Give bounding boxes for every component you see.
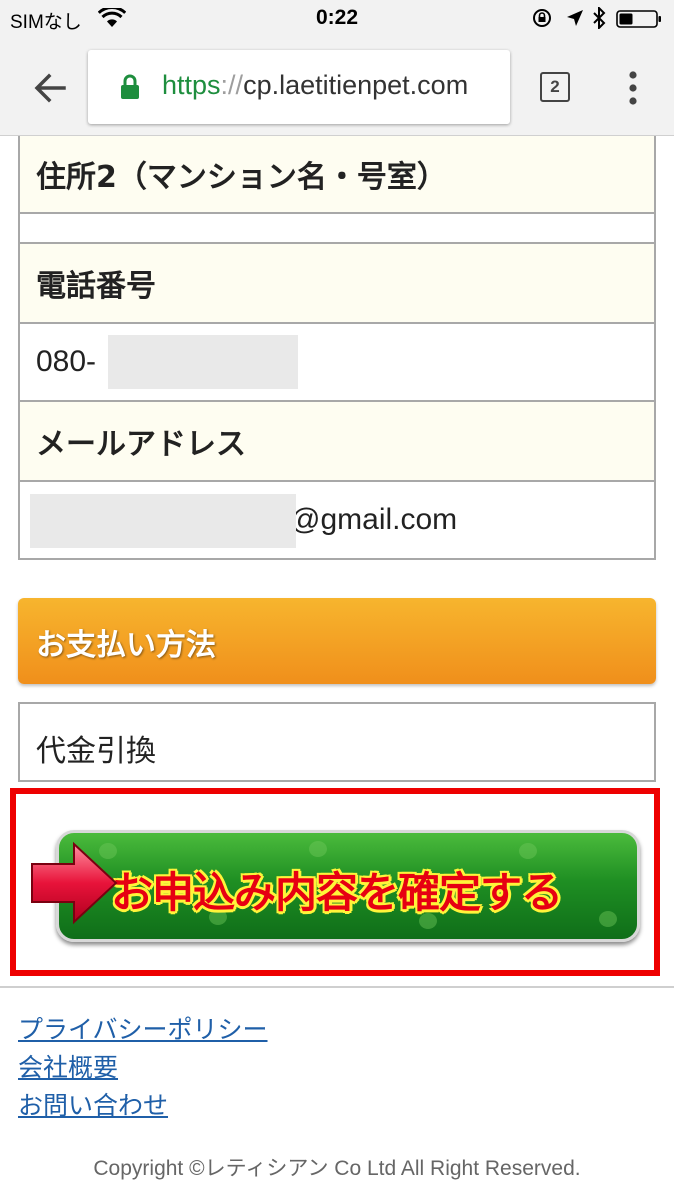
phone-redaction [108,335,298,389]
confirm-order-button[interactable]: お申込み内容を確定する [56,830,640,942]
phone-label-row: 電話番号 [20,244,654,324]
phone-value-row: 080- [20,324,654,402]
paw-print-decoration [309,841,327,857]
url-host: cp.laetitienpet.com [243,70,469,100]
footer-divider [0,986,674,988]
paw-print-decoration [519,843,537,859]
phone-label: 電話番号 [36,269,156,304]
payment-method-box: 代金引換 [18,702,656,782]
email-label: メールアドレス [36,427,246,462]
browser-toolbar: https://cp.laetitienpet.com 2 [0,38,674,136]
privacy-policy-link[interactable]: プライバシーポリシー [18,1010,268,1046]
contact-link[interactable]: お問い合わせ [18,1086,168,1122]
confirm-button-label: お申込み内容を確定する [111,868,563,917]
payment-section-header: お支払い方法 [18,598,656,684]
address-bar[interactable]: https://cp.laetitienpet.com [88,50,510,124]
url-separator: :// [220,70,244,100]
bluetooth-icon [593,7,606,29]
address2-value-row [20,214,654,244]
copyright-text: Copyright ©レティシアン Co Ltd All Right Reser… [93,1157,581,1180]
padlock-icon [121,74,139,99]
url-text: https://cp.laetitienpet.com [162,70,468,101]
status-bar: SIMなし 0:22 [0,0,674,38]
payment-method-value: 代金引換 [36,734,156,769]
overflow-menu-icon[interactable] [628,70,638,106]
back-arrow-icon[interactable] [30,68,70,108]
rotation-lock-icon [533,9,551,27]
battery-icon [616,10,661,28]
paw-print-decoration [599,911,617,927]
tab-switcher-button[interactable]: 2 [540,72,570,102]
address2-label-row: 住所2（マンション名・号室） [20,136,654,214]
email-label-row: メールアドレス [20,402,654,482]
email-value-row: @gmail.com [20,482,654,560]
confirm-highlight-frame: お申込み内容を確定する [10,788,660,976]
address2-label: 住所2（マンション名・号室） [36,160,447,195]
url-scheme: https [162,70,221,100]
email-redaction [30,494,296,548]
payment-header-label: お支払い方法 [36,628,216,663]
location-icon [567,10,583,26]
red-arrow-icon [31,841,118,925]
order-details-table: 住所2（マンション名・号室） 電話番号 080- メールアドレス @gmail.… [18,136,656,560]
phone-value: 080- [36,345,97,378]
email-value: @gmail.com [290,503,458,536]
company-info-link[interactable]: 会社概要 [18,1048,118,1084]
